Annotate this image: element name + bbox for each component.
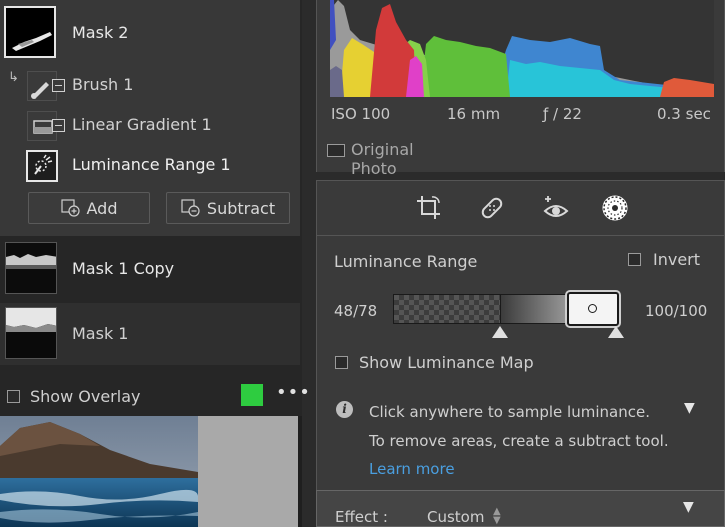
tool-row-linear-gradient-1[interactable]: Linear Gradient 1	[0, 107, 300, 145]
left-feather-handle[interactable]	[492, 326, 508, 338]
luminance-range-title: Luminance Range	[334, 252, 478, 271]
masking-icon[interactable]	[600, 193, 630, 223]
photo-canvas[interactable]	[0, 416, 302, 527]
mask-1-copy-thumbnail[interactable]	[5, 242, 57, 294]
info-icon: i	[336, 401, 353, 418]
tool-row-brush-1[interactable]: Brush 1	[0, 67, 300, 105]
more-options-icon[interactable]: •••	[276, 382, 311, 403]
iso-readout: ISO 100	[331, 105, 391, 123]
histogram-chart[interactable]	[330, 0, 714, 97]
show-overlay-row: Show Overlay •••	[0, 380, 310, 412]
subtract-minus-icon	[181, 199, 200, 217]
dropdown-stepper-icon: ▲ ▼	[493, 506, 501, 526]
invert-label: Invert	[653, 250, 701, 269]
tool-label-brush: Brush 1	[72, 75, 134, 94]
shutter-readout: 0.3 sec	[657, 105, 711, 123]
mask-2-preview-image	[6, 8, 54, 56]
effect-preset-value: Custom	[427, 508, 485, 526]
add-button[interactable]: Add	[28, 192, 150, 224]
tool-row-luminance-range-1[interactable]: Luminance Range 1	[0, 147, 300, 185]
edit-panel: ISO 100 16 mm ƒ / 22 0.3 sec Original Ph…	[316, 0, 725, 527]
info-collapse-icon[interactable]: ▼	[684, 400, 695, 416]
brush-mode-add-icon	[52, 79, 65, 92]
effect-label: Effect :	[335, 508, 388, 526]
original-photo-label: Original Photo	[351, 140, 414, 178]
healing-bandage-icon[interactable]	[477, 193, 507, 223]
add-plus-icon	[60, 199, 80, 217]
tool-strip	[316, 180, 725, 236]
gradient-mode-icon	[52, 119, 65, 132]
histogram-section: ISO 100 16 mm ƒ / 22 0.3 sec Original Ph…	[316, 0, 725, 178]
show-overlay-label: Show Overlay	[30, 387, 141, 406]
subtract-button[interactable]: Subtract	[166, 192, 290, 224]
histogram-graphic	[330, 0, 714, 97]
mask-1-copy-row[interactable]: Mask 1 Copy	[0, 238, 300, 300]
range-handle[interactable]	[567, 292, 619, 326]
effect-collapse-icon[interactable]: ▼	[683, 499, 694, 515]
range-right-value: 100/100	[645, 302, 708, 320]
photo-preview-image	[0, 416, 302, 527]
slider-left-marker	[500, 295, 501, 323]
handle-center-icon	[588, 304, 597, 313]
show-luminance-map-label: Show Luminance Map	[359, 353, 534, 372]
mask-1-row[interactable]: Mask 1	[0, 303, 300, 365]
tool-label-luminance-range: Luminance Range 1	[72, 155, 231, 174]
mask-1-preview-image	[6, 308, 56, 358]
crop-icon[interactable]	[414, 193, 444, 223]
original-photo-checkbox[interactable]	[327, 144, 345, 157]
show-luminance-map-checkbox[interactable]	[335, 356, 348, 369]
red-eye-icon[interactable]	[541, 193, 571, 223]
mask-1-copy-label: Mask 1 Copy	[72, 259, 175, 278]
tool-label-linear-gradient: Linear Gradient 1	[72, 115, 212, 134]
show-overlay-checkbox[interactable]	[7, 390, 20, 403]
mask-1-copy-preview-image	[6, 243, 56, 293]
range-left-value: 48/78	[334, 302, 378, 320]
mask-2-row[interactable]: Mask 2	[0, 4, 300, 62]
right-feather-handle[interactable]	[608, 326, 624, 338]
luminance-range-section: Luminance Range Invert 48/78 100/100 Sho…	[316, 236, 725, 490]
overlay-color-swatch[interactable]	[241, 384, 263, 406]
learn-more-link[interactable]: Learn more	[369, 460, 455, 478]
masks-panel: Mask 2 ↳ Brush 1 Linear Gradient 1 Lumin…	[0, 0, 310, 527]
subtract-button-label: Subtract	[206, 198, 276, 218]
mask-2-label: Mask 2	[72, 23, 129, 42]
invert-checkbox[interactable]	[628, 253, 641, 266]
luminance-range-icon	[26, 150, 58, 182]
mask-2-group: Mask 2 ↳ Brush 1 Linear Gradient 1 Lumin…	[0, 0, 300, 236]
effect-bar: Effect : Custom ▲ ▼ ▼	[316, 490, 725, 527]
aperture-readout: ƒ / 22	[543, 105, 582, 123]
mask-1-thumbnail[interactable]	[5, 307, 57, 359]
add-button-label: Add	[86, 198, 118, 218]
focal-length-readout: 16 mm	[447, 105, 501, 123]
info-text: Click anywhere to sample luminance. To r…	[369, 403, 669, 450]
mask-2-thumbnail[interactable]	[4, 6, 56, 58]
mask-1-label: Mask 1	[72, 324, 129, 343]
